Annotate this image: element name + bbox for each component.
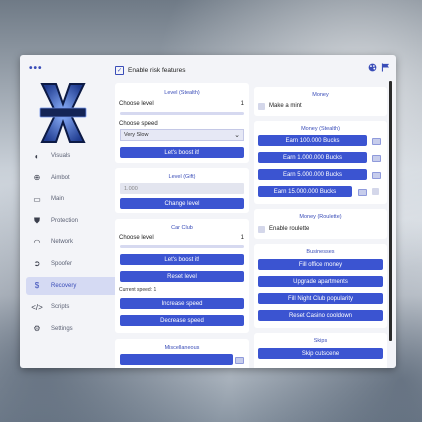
reset-level-button[interactable]: Reset level <box>120 271 244 282</box>
card-title: Miscellaneous <box>164 345 200 351</box>
enable-risk-label: Enable risk features <box>128 67 186 74</box>
reset-casino-button[interactable]: Reset Casino cooldown <box>258 310 383 321</box>
sidebar-item-label: Spoofer <box>51 260 73 267</box>
money-stealth-card: Money (Stealth) Earn 100.000 Bucks Earn … <box>254 121 387 204</box>
chevron-down-icon: ⌄ <box>234 132 240 139</box>
sidebar-item-protection[interactable]: ⛊ Protection <box>26 212 122 230</box>
sidebar-item-spoofer[interactable]: ➲ Spoofer <box>26 255 122 273</box>
crosshair-icon: ⊕ <box>33 173 41 183</box>
enable-roulette-label: Enable roulette <box>269 226 310 232</box>
wifi-icon: ◠ <box>33 237 41 247</box>
gears-icon: ⚙ <box>33 324 41 334</box>
sidebar-item-label: Protection <box>51 217 79 224</box>
increase-speed-button[interactable]: Increase speed <box>120 298 244 309</box>
checkmark-icon: ✓ <box>115 66 124 75</box>
sidebar-item-label: Aimbot <box>51 174 70 181</box>
app-window: ••• ◐ Visuals ⊕ Aimbot ▭ Main ⛊ Protection ◠… <box>20 55 396 368</box>
dollar-icon: $ <box>34 281 40 291</box>
make-mint-label: Make a mint <box>269 103 302 109</box>
sidebar-item-label: Scripts <box>51 304 70 311</box>
sidebar-item-network[interactable]: ◠ Network <box>26 233 122 251</box>
fill-nightclub-button[interactable]: Fill Night Club popularity <box>258 293 383 304</box>
sidebar: ◐ Visuals ⊕ Aimbot ▭ Main ⛊ Protection ◠ Netw… <box>26 147 122 341</box>
flag-icon[interactable] <box>381 63 390 72</box>
enable-roulette-checkbox[interactable] <box>258 226 265 233</box>
level-value: 1 <box>240 235 244 241</box>
keybind-icon[interactable] <box>372 155 381 162</box>
menu-dots-icon[interactable]: ••• <box>29 63 43 74</box>
earn-100k-button[interactable]: Earn 100.000 Bucks <box>258 135 367 146</box>
keybind-icon[interactable] <box>372 172 381 179</box>
sidebar-item-label: Settings <box>51 325 73 332</box>
sidebar-item-visuals[interactable]: ◐ Visuals <box>26 147 122 165</box>
speed-select[interactable]: Very Slow ⌄ <box>120 129 244 141</box>
keybind-icon[interactable] <box>358 189 367 196</box>
change-level-button[interactable]: Change level <box>120 198 244 209</box>
make-mint-checkbox[interactable] <box>258 103 265 110</box>
scrollbar[interactable] <box>389 81 392 341</box>
speed-select-value: Very Slow <box>124 132 149 138</box>
earn-1m-button[interactable]: Earn 1.000.000 Bucks <box>258 152 367 163</box>
card-title: Skips <box>313 338 328 344</box>
half-circle-icon: ◐ <box>34 151 40 161</box>
boost-button[interactable]: Let's boost it! <box>120 254 244 265</box>
earn-5m-button[interactable]: Earn 5.000.000 Bucks <box>258 169 367 180</box>
enable-risk-checkbox[interactable]: ✓ Enable risk features <box>115 66 185 75</box>
level-value: 1 <box>240 101 244 107</box>
code-icon: </> <box>31 302 43 312</box>
level-slider[interactable] <box>120 245 244 248</box>
card-title: Car Club <box>171 225 193 231</box>
level-slider[interactable] <box>120 112 244 115</box>
keybind-icon[interactable] <box>372 138 381 145</box>
skip-cutscene-button[interactable]: Skip cutscene <box>258 348 383 359</box>
palette-icon[interactable] <box>368 63 377 72</box>
current-speed-text: Current speed: 1 <box>119 287 157 293</box>
app-logo <box>39 83 87 143</box>
businesses-card: Businesses Fill office money Upgrade apa… <box>254 244 387 328</box>
card-title: Money (Roulette) <box>299 214 342 220</box>
choose-level-label: Choose level <box>119 235 154 241</box>
card-title: Money <box>312 92 329 98</box>
window-icon: ▭ <box>33 194 41 204</box>
keybind-icon[interactable] <box>235 357 244 364</box>
fill-office-money-button[interactable]: Fill office money <box>258 259 383 270</box>
shield-icon: ⛊ <box>34 215 40 225</box>
card-title: Businesses <box>306 249 335 255</box>
earn-15m-button[interactable]: Earn 15.000.000 Bucks <box>258 186 352 197</box>
level-gift-card: Level (Gift) 1.000 Change level <box>115 168 249 213</box>
sidebar-item-label: Network <box>51 239 74 246</box>
sidebar-item-label: Recovery <box>51 282 77 289</box>
decrease-speed-button[interactable]: Decrease speed <box>120 315 244 326</box>
money-card: Money Make a mint <box>254 87 387 116</box>
card-title: Money (Stealth) <box>301 126 340 132</box>
boost-button[interactable]: Let's boost it! <box>120 147 244 158</box>
card-title: Level (Gift) <box>168 174 196 180</box>
misc-button[interactable] <box>120 354 233 365</box>
money-roulette-card: Money (Roulette) Enable roulette <box>254 209 387 239</box>
upgrade-apartments-button[interactable]: Upgrade apartments <box>258 276 383 287</box>
sidebar-item-label: Main <box>51 196 65 203</box>
spoofer-icon: ➲ <box>33 259 41 269</box>
sidebar-item-main[interactable]: ▭ Main <box>26 190 122 208</box>
level-stealth-card: Level (Stealth) Choose level 1 Choose sp… <box>115 83 249 163</box>
earn-15m-checkbox[interactable] <box>372 188 379 195</box>
sidebar-item-settings[interactable]: ⚙ Settings <box>26 320 122 338</box>
car-club-card: Car Club Choose level 1 Let's boost it! … <box>115 219 249 333</box>
sidebar-item-label: Visuals <box>51 153 71 159</box>
sidebar-item-aimbot[interactable]: ⊕ Aimbot <box>26 169 122 187</box>
skips-card: Skips Skip cutscene <box>254 333 387 368</box>
sidebar-item-scripts[interactable]: </> Scripts <box>26 298 122 316</box>
miscellaneous-card: Miscellaneous <box>115 339 249 368</box>
sidebar-item-recovery[interactable]: $ Recovery <box>26 276 122 295</box>
choose-speed-label: Choose speed <box>119 121 158 127</box>
choose-level-label: Choose level <box>119 101 154 107</box>
card-title: Level (Stealth) <box>164 90 200 96</box>
top-right-icons <box>368 63 390 72</box>
gift-level-input[interactable]: 1.000 <box>120 183 244 194</box>
